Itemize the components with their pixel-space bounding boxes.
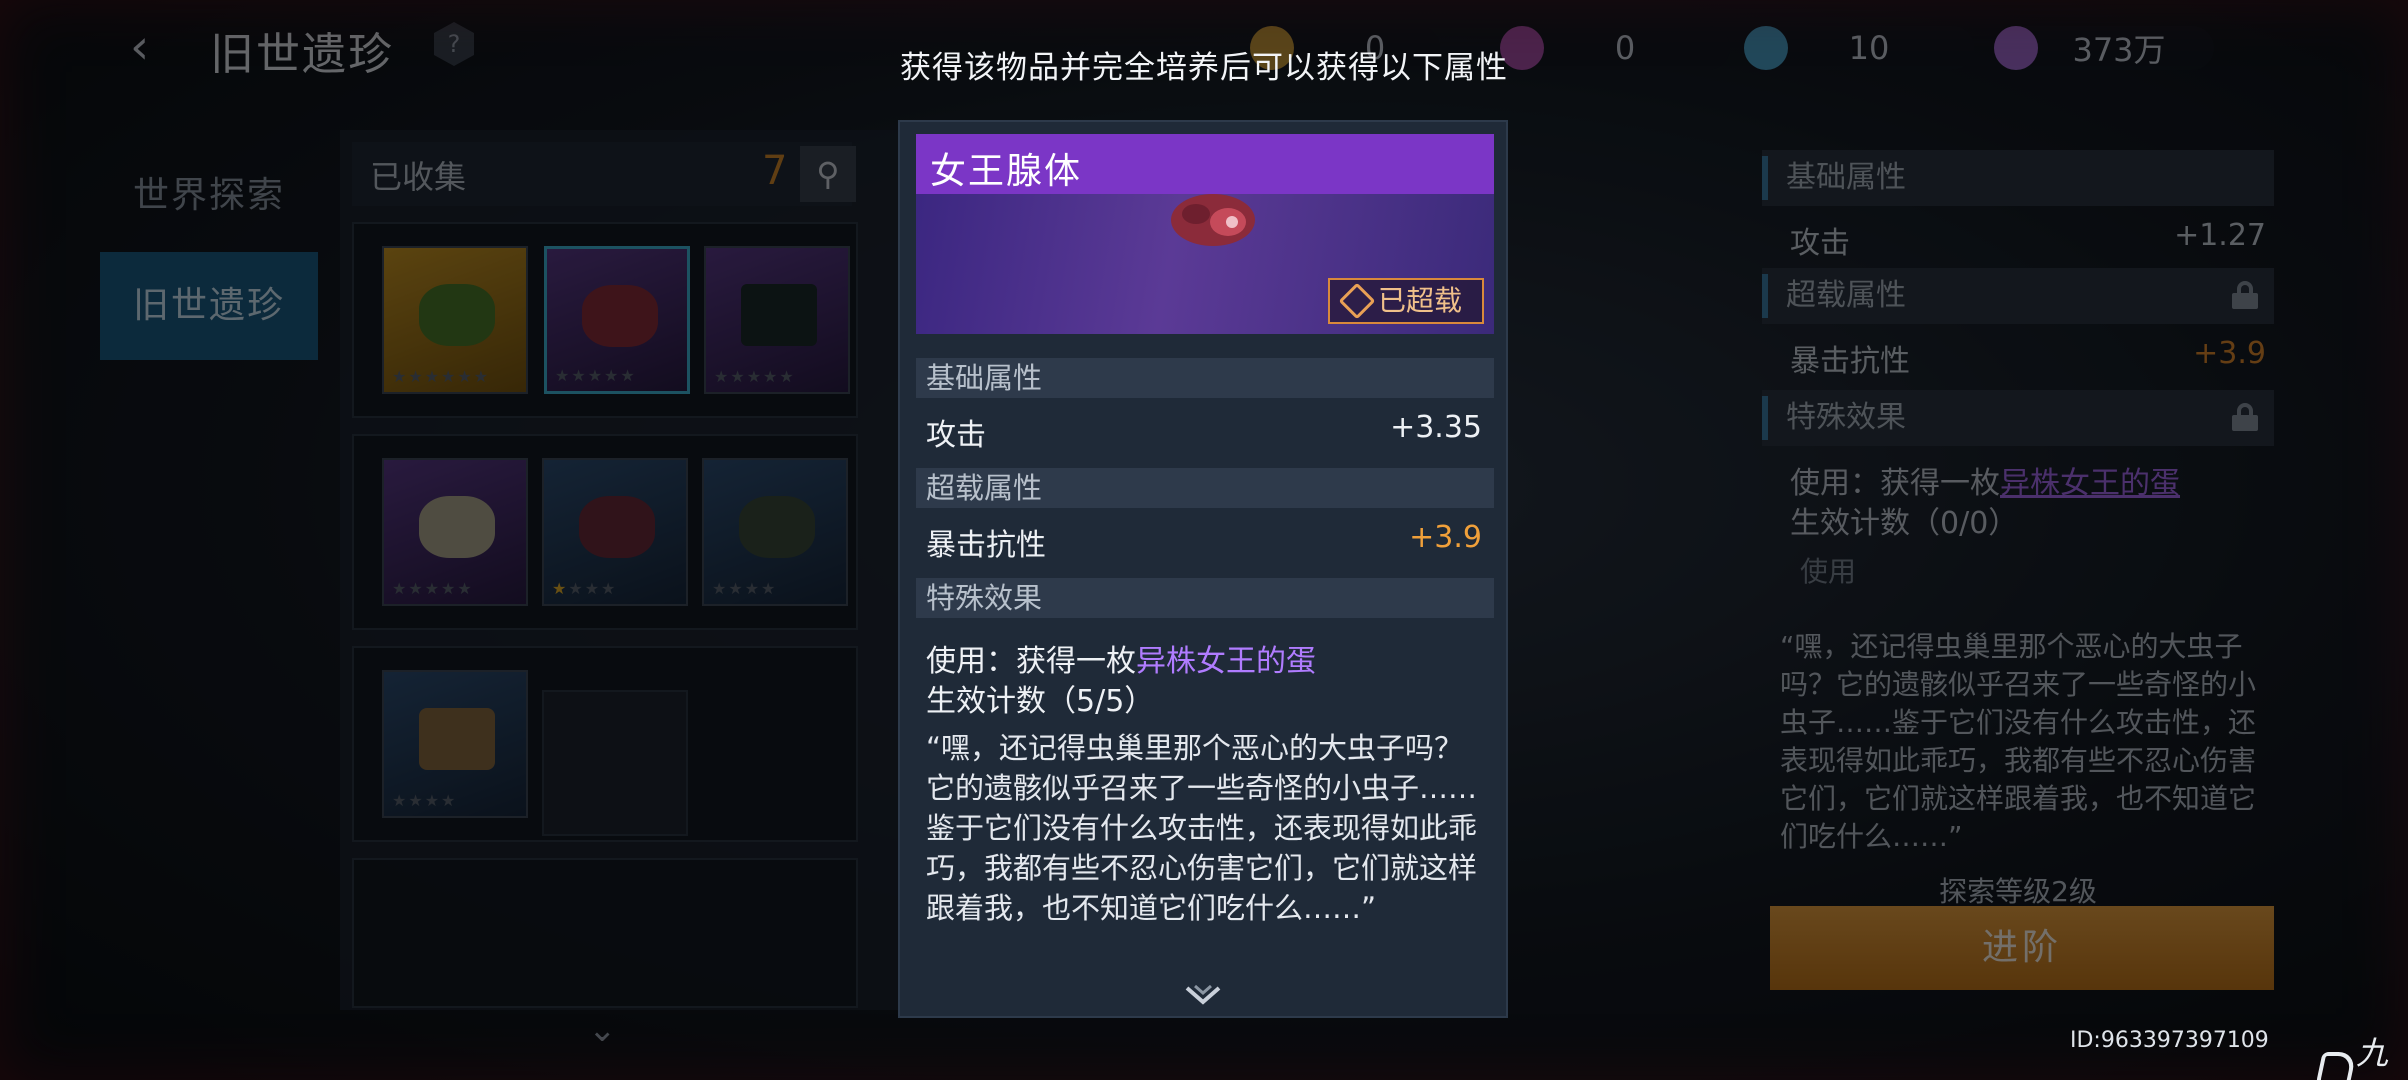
item-detail-modal[interactable]: 女王腺体 已超载 基础属性 攻击 +3.35 超载属性 暴击抗性 +3.9 特殊…	[898, 120, 1508, 1018]
chevron-down-icon[interactable]: ⌄	[588, 1010, 617, 1050]
item-thumbnail	[419, 708, 495, 770]
watermark: 九游	[2313, 1028, 2408, 1080]
basic-attr-header: 基础属性	[1762, 150, 2274, 206]
attack-row: 攻击 +3.35	[926, 410, 1482, 454]
collected-label: 已收集	[370, 158, 467, 196]
overloaded-badge: 已超载	[1327, 278, 1484, 324]
attack-label: 攻击	[1790, 226, 1850, 261]
explore-level-text: 探索等级2级	[1939, 875, 2097, 908]
special-effect-header: 特殊效果	[1762, 390, 2274, 446]
gem-icon	[1338, 282, 1376, 320]
crit-resist-label: 暴击抗性	[1790, 344, 1910, 379]
item-banner: 女王腺体 已超载	[916, 134, 1494, 334]
star-rating: ★★★★★	[714, 367, 796, 386]
item-thumbnail	[739, 496, 815, 558]
collection-card[interactable]: ★★★★	[542, 458, 688, 606]
attack-value: +3.35	[1390, 410, 1482, 445]
special-title: 特殊效果	[1786, 400, 1906, 435]
attack-label: 攻击	[926, 418, 986, 453]
use-button[interactable]: 使用	[1800, 550, 1856, 590]
item-thumbnail	[579, 496, 655, 558]
crit-resist-value: +3.9	[2193, 336, 2266, 371]
lock-icon	[2232, 281, 2258, 309]
attack-value: +1.27	[2174, 218, 2266, 253]
crit-resist-value: +3.9	[1409, 520, 1482, 555]
star-rating: ★★★★★★	[392, 367, 491, 386]
empty-slot	[542, 690, 688, 836]
basic-attr-section: 基础属性	[916, 358, 1494, 398]
watermark-text: 九游	[2356, 1034, 2389, 1072]
queen-gland-image	[1171, 194, 1255, 246]
search-button[interactable]: ⚲	[800, 146, 856, 202]
star-rating: ★★★★★	[392, 579, 474, 598]
collection-card[interactable]: ★★★★★	[382, 458, 528, 606]
item-thumbnail	[419, 284, 495, 346]
use-prefix: 使用：获得一枚	[1790, 466, 2000, 501]
overload-title: 超载属性	[1786, 278, 1906, 313]
item-description: “嘿，还记得虫巢里那个恶心的大虫子吗？它的遗骸似乎召来了一些奇怪的小虫子……鉴于…	[926, 731, 1478, 925]
collection-card-selected[interactable]: ★★★★★	[544, 246, 690, 394]
effect-count: 生效计数（5/5）	[926, 684, 1155, 719]
nav-item-world-explore[interactable]: 世界探索	[100, 142, 318, 250]
effect-count: 生效计数（0/0）	[1790, 506, 2019, 541]
overload-attr-section: 超载属性	[916, 468, 1494, 508]
crit-resist-row: 暴击抗性 +3.9	[926, 520, 1482, 564]
star-rating: ★★★★	[552, 579, 618, 598]
overload-attr-header: 超载属性	[1762, 268, 2274, 324]
attack-row: 攻击 +1.27	[1790, 218, 2266, 262]
crit-resist-label: 暴击抗性	[926, 528, 1046, 563]
use-effect-text: 使用：获得一枚异株女王的蛋	[1790, 458, 2180, 502]
watermark-logo-icon	[2313, 1052, 2357, 1080]
collection-shelf	[352, 858, 858, 1008]
star-rating: ★★★★	[712, 579, 778, 598]
collection-card[interactable]: ★★★★★★	[382, 246, 528, 394]
collected-count: 7	[762, 148, 788, 194]
queen-egg-link[interactable]: 异株女王的蛋	[2000, 466, 2180, 501]
item-thumbnail	[741, 284, 817, 346]
advance-button[interactable]: 进阶	[1770, 906, 2274, 990]
user-id: ID:963397397109	[2070, 1028, 2269, 1053]
special-effect-section: 特殊效果	[916, 578, 1494, 618]
queen-egg-link[interactable]: 异株女王的蛋	[1136, 644, 1316, 679]
collection-card[interactable]: ★★★★	[702, 458, 848, 606]
crit-resist-row: 暴击抗性 +3.9	[1790, 336, 2266, 380]
collection-card[interactable]: ★★★★	[382, 670, 528, 818]
lock-icon	[2232, 403, 2258, 431]
item-thumbnail	[419, 496, 495, 558]
badge-text: 已超载	[1377, 284, 1462, 317]
nav-item-relics[interactable]: 旧世遗珍	[100, 252, 318, 360]
star-rating: ★★★★	[392, 791, 458, 810]
chevron-down-icon[interactable]	[1183, 984, 1223, 1008]
modal-prompt: 获得该物品并完全培养后可以获得以下属性	[900, 50, 1508, 86]
star-rating: ★★★★★	[555, 366, 637, 385]
item-description: “嘿，还记得虫巢里那个恶心的大虫子吗？它的遗骸似乎召来了一些奇怪的小虫子……鉴于…	[1780, 630, 2257, 853]
collection-card[interactable]: ★★★★★	[704, 246, 850, 394]
use-effect-text: 使用：获得一枚异株女王的蛋	[926, 636, 1316, 680]
item-thumbnail	[582, 285, 658, 347]
item-name: 女王腺体	[930, 151, 1083, 192]
use-prefix: 使用：获得一枚	[926, 644, 1136, 679]
